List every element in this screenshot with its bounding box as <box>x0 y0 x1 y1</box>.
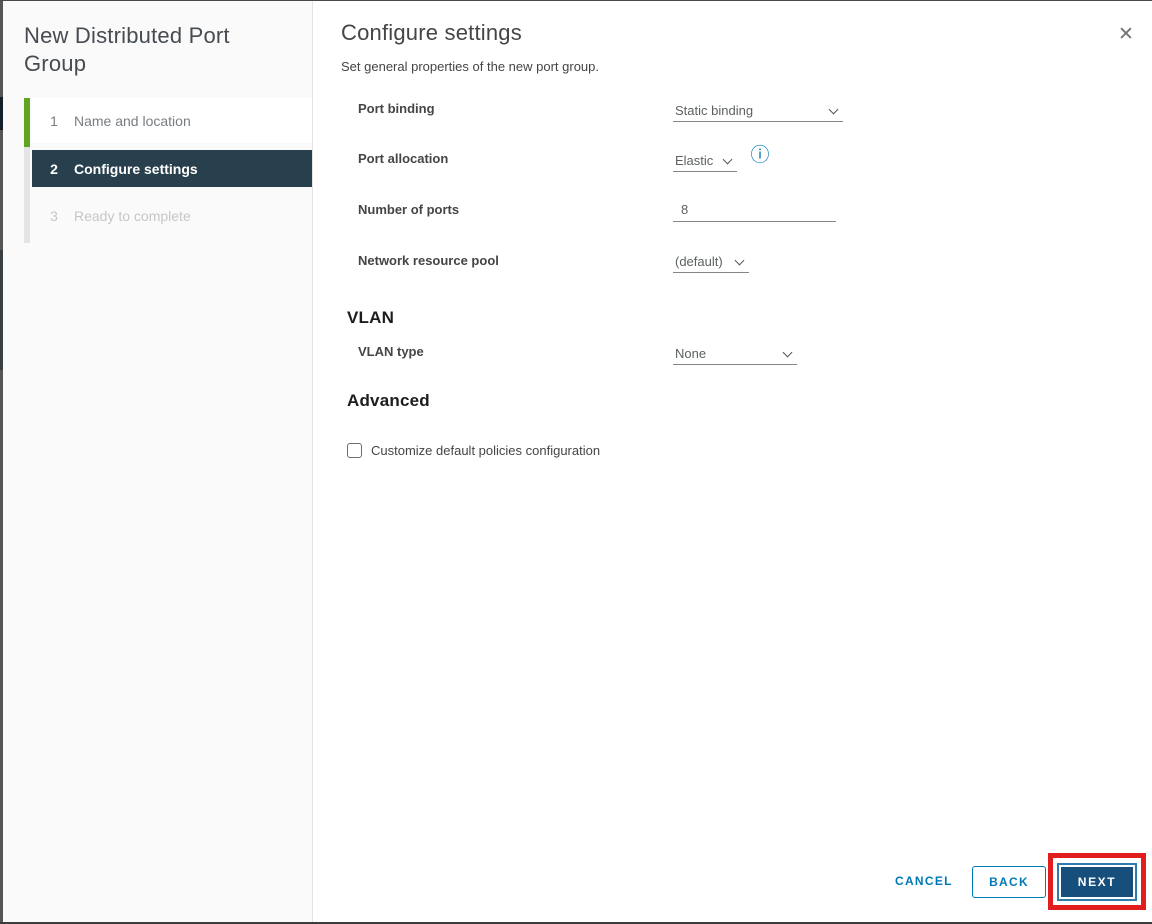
background-edge-left <box>0 0 3 924</box>
customize-policies-checkbox[interactable] <box>347 443 362 458</box>
network-resource-pool-select[interactable]: (default) <box>673 251 749 273</box>
close-icon[interactable]: ✕ <box>1115 24 1137 46</box>
vlan-type-label: VLAN type <box>358 344 424 359</box>
info-icon[interactable]: ⓘ <box>750 146 770 166</box>
step-number: 1 <box>49 113 59 129</box>
port-binding-select[interactable]: Static binding <box>673 100 843 122</box>
vlan-type-select[interactable]: None <box>673 343 797 365</box>
customize-policies-checkbox-label: Customize default policies configuration <box>371 443 600 458</box>
step-progress-completed-bar <box>24 98 30 147</box>
next-button[interactable]: NEXT <box>1061 867 1133 897</box>
number-of-ports-label: Number of ports <box>358 202 459 217</box>
chevron-down-icon <box>783 347 793 357</box>
back-button[interactable]: BACK <box>972 866 1046 898</box>
background-edge-left-dark2 <box>0 250 3 370</box>
step-label: Ready to complete <box>74 208 191 224</box>
port-binding-label: Port binding <box>358 101 435 116</box>
port-allocation-value: Elastic <box>673 153 713 168</box>
chevron-down-icon <box>735 255 745 265</box>
network-resource-pool-value: (default) <box>673 254 723 269</box>
step-label: Configure settings <box>74 161 198 177</box>
wizard-main-pane: ✕ Configure settings Set general propert… <box>314 0 1152 924</box>
number-of-ports-input[interactable] <box>673 200 836 222</box>
port-allocation-select[interactable]: Elastic <box>673 150 737 172</box>
step-number: 2 <box>49 161 59 177</box>
port-binding-value: Static binding <box>673 103 753 118</box>
next-button-focus-ring: NEXT <box>1057 863 1137 901</box>
network-resource-pool-label: Network resource pool <box>358 253 499 268</box>
page-subtitle: Set general properties of the new port g… <box>341 59 599 74</box>
advanced-section-heading: Advanced <box>347 391 430 411</box>
chevron-down-icon <box>829 104 839 114</box>
vlan-type-value: None <box>673 346 706 361</box>
sidebar-step-configure-settings[interactable]: 2 Configure settings <box>32 150 312 187</box>
step-label: Name and location <box>74 113 191 129</box>
background-edge-top <box>0 0 1152 1</box>
customize-policies-checkbox-row[interactable]: Customize default policies configuration <box>347 443 600 458</box>
step-number: 3 <box>49 208 59 224</box>
sidebar-step-name-and-location[interactable]: 1 Name and location <box>32 98 312 143</box>
page-title: Configure settings <box>341 20 522 46</box>
wizard-sidebar: New Distributed Port Group 1 Name and lo… <box>0 0 313 924</box>
port-allocation-label: Port allocation <box>358 151 448 166</box>
vlan-section-heading: VLAN <box>347 308 394 328</box>
next-button-highlight-annotation: NEXT <box>1048 853 1146 910</box>
wizard-title: New Distributed Port Group <box>24 22 290 78</box>
background-edge-left-dark <box>0 97 3 130</box>
cancel-button[interactable]: CANCEL <box>895 874 953 888</box>
sidebar-step-ready-to-complete[interactable]: 3 Ready to complete <box>32 197 312 234</box>
chevron-down-icon <box>723 154 733 164</box>
